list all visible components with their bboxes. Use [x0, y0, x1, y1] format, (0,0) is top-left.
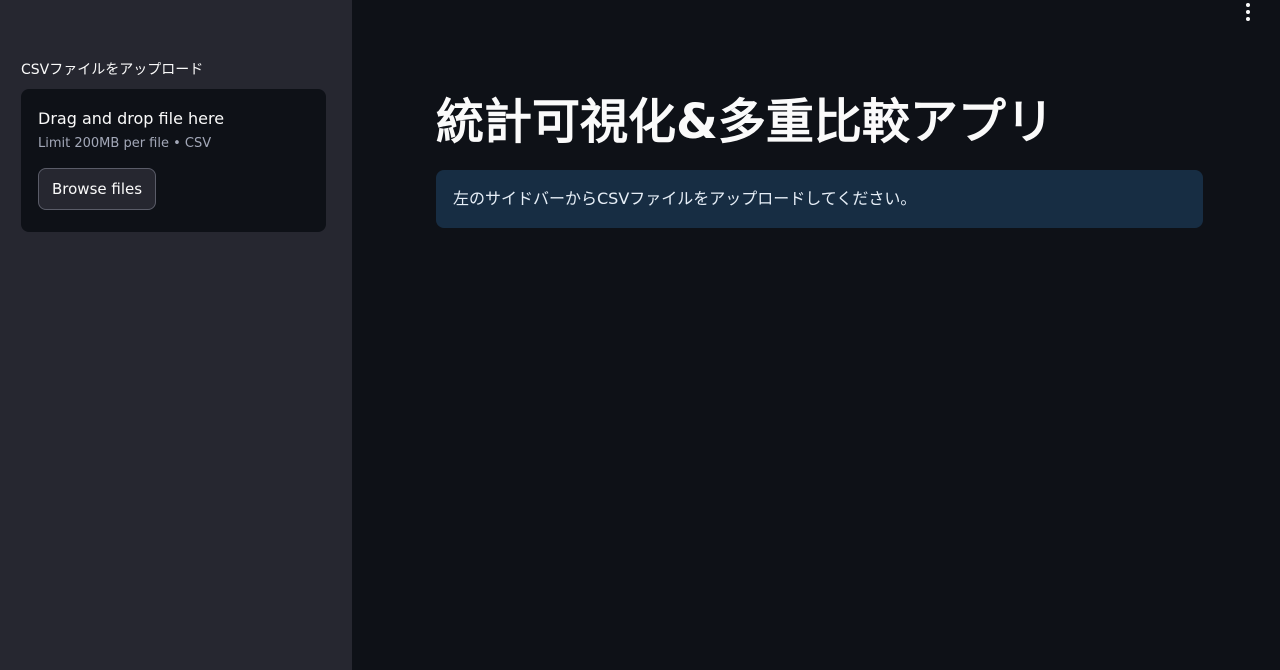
menu-dot	[1246, 10, 1250, 14]
menu-dot	[1246, 17, 1250, 21]
info-message: 左のサイドバーからCSVファイルをアップロードしてください。	[453, 189, 917, 208]
app-root: CSVファイルをアップロード Drag and drop file here L…	[0, 0, 1280, 670]
more-vertical-icon[interactable]	[1238, 2, 1258, 22]
info-alert: 左のサイドバーからCSVファイルをアップロードしてください。	[436, 170, 1203, 228]
browse-files-button[interactable]: Browse files	[38, 168, 157, 210]
page-title: 統計可視化&多重比較アプリ	[436, 94, 1054, 150]
menu-dot	[1246, 3, 1250, 7]
main-content: 統計可視化&多重比較アプリ 左のサイドバーからCSVファイルをアップロードしてく…	[352, 0, 1280, 670]
file-uploader-label: CSVファイルをアップロード	[21, 62, 204, 78]
dropzone-instruction: Drag and drop file here	[38, 109, 225, 128]
sidebar: CSVファイルをアップロード Drag and drop file here L…	[0, 0, 352, 670]
file-limit-text: Limit 200MB per file • CSV	[38, 136, 212, 151]
file-dropzone[interactable]: Drag and drop file here Limit 200MB per …	[21, 89, 326, 232]
